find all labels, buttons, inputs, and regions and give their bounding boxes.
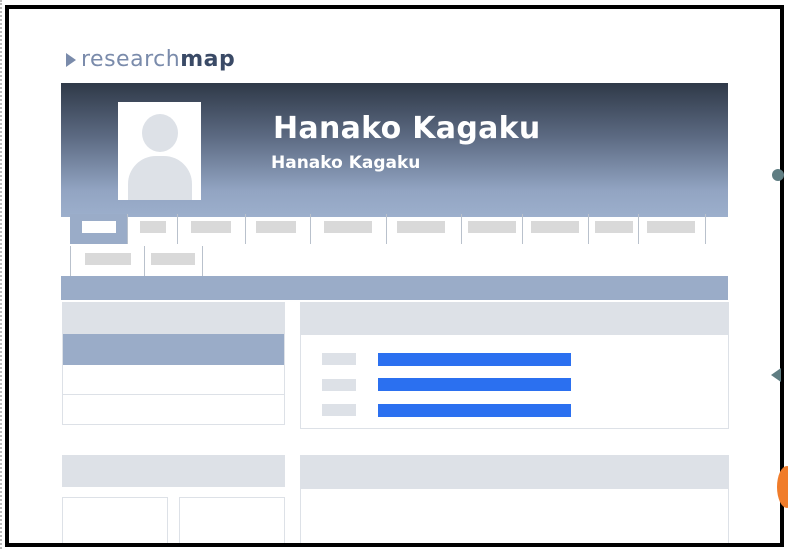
list-item-label [322, 379, 356, 391]
tab-item[interactable] [145, 246, 203, 276]
tab-item[interactable] [70, 246, 145, 276]
tab-item[interactable] [639, 214, 706, 244]
profile-name-secondary: Hanako Kagaku [271, 153, 421, 173]
list-item-label [322, 404, 356, 416]
researchmap-logo[interactable]: research map [66, 47, 235, 72]
sidebar-divider [63, 394, 284, 395]
list-item-link[interactable] [378, 353, 571, 366]
main-panel-secondary-header [301, 456, 728, 489]
tab-item[interactable] [387, 214, 462, 244]
tab-item[interactable] [462, 214, 523, 244]
tab-item[interactable] [523, 214, 589, 244]
callout-dot-icon [772, 169, 784, 181]
main-panel [300, 302, 729, 429]
tab-item[interactable] [70, 214, 128, 244]
sidebar-section-header [62, 455, 285, 487]
list-item-label [322, 353, 356, 365]
profile-name: Hanako Kagaku [273, 111, 541, 146]
avatar [118, 102, 201, 200]
tab-item[interactable] [589, 214, 639, 244]
page-frame: research map Hanako Kagaku Hanako Kagaku [5, 5, 784, 547]
tab-item[interactable] [246, 214, 311, 244]
tab-item[interactable] [178, 214, 246, 244]
sidebar-menu [62, 302, 285, 425]
profile-header: Hanako Kagaku Hanako Kagaku [61, 83, 728, 217]
sidebar-card[interactable] [62, 497, 168, 543]
tab-item[interactable] [128, 214, 178, 244]
avatar-body-icon [128, 156, 192, 200]
callout-arrow-icon [771, 368, 781, 382]
main-panel-header [301, 303, 728, 335]
section-strip [61, 276, 728, 300]
tab-item[interactable] [311, 214, 387, 244]
left-dotted-border [0, 0, 4, 549]
list-item-link[interactable] [378, 378, 571, 391]
logo-word-research: research [81, 47, 181, 72]
sidebar-item-active[interactable] [63, 334, 284, 365]
list-item-link[interactable] [378, 404, 571, 417]
main-panel-secondary [300, 455, 729, 543]
sidebar-card[interactable] [179, 497, 285, 543]
avatar-head-icon [142, 114, 178, 152]
sidebar-menu-header [63, 303, 284, 334]
logo-word-map: map [180, 47, 236, 72]
logo-triangle-icon [66, 52, 76, 67]
